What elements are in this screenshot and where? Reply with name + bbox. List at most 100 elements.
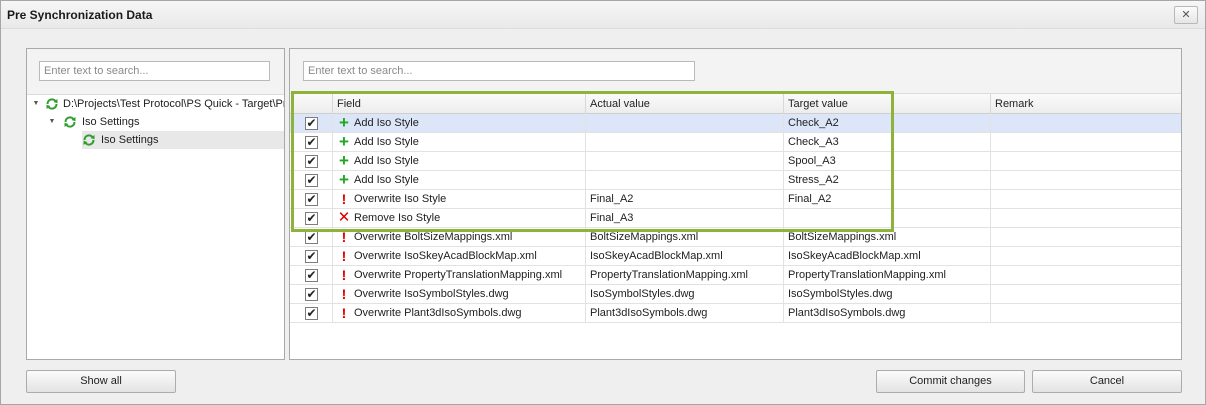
row-checkbox[interactable]: ✔ xyxy=(305,155,318,168)
field-label: Add Iso Style xyxy=(354,174,419,186)
cell-remark[interactable] xyxy=(991,209,1181,228)
collapse-arrow-icon[interactable]: ▼ xyxy=(31,95,41,113)
row-checkbox[interactable]: ✔ xyxy=(305,174,318,187)
cell-remark[interactable] xyxy=(991,304,1181,323)
cell-target[interactable]: IsoSkeyAcadBlockMap.xml xyxy=(784,247,991,266)
cell-actual[interactable] xyxy=(586,152,784,171)
cell-actual[interactable]: Plant3dIsoSymbols.dwg xyxy=(586,304,784,323)
cell-target[interactable]: BoltSizeMappings.xml xyxy=(784,228,991,247)
add-icon: + xyxy=(339,171,349,189)
grid-header: Field Actual value Target value Remark xyxy=(290,94,1181,114)
field-label: Add Iso Style xyxy=(354,117,419,129)
cell-target[interactable]: Stress_A2 xyxy=(784,171,991,190)
row-checkbox[interactable]: ✔ xyxy=(305,288,318,301)
cell-target[interactable]: Check_A2 xyxy=(784,114,991,133)
row-checkbox[interactable]: ✔ xyxy=(305,307,318,320)
grid-search-input[interactable] xyxy=(303,61,695,81)
tree-node-iso-settings-selected[interactable]: Iso Settings xyxy=(82,131,284,149)
cell-actual[interactable] xyxy=(586,133,784,152)
field-label: Add Iso Style xyxy=(354,155,419,167)
table-row[interactable]: ✔! Overwrite IsoSymbolStyles.dwg IsoSymbol… xyxy=(290,285,1181,304)
cell-target[interactable]: Plant3dIsoSymbols.dwg xyxy=(784,304,991,323)
row-checkbox[interactable]: ✔ xyxy=(305,193,318,206)
header-target-value[interactable]: Target value xyxy=(784,94,991,114)
cell-field[interactable]: + Add Iso Style xyxy=(333,152,586,171)
table-row[interactable]: ✔ + Add Iso Style Check_A3 xyxy=(290,133,1181,152)
changes-pane: Field Actual value Target value Remark ✔… xyxy=(289,48,1182,360)
header-field[interactable]: Field xyxy=(333,94,586,114)
collapse-arrow-icon[interactable]: ▼ xyxy=(47,113,57,131)
table-row[interactable]: ✔! Overwrite BoltSizeMappings.xml BoltSize… xyxy=(290,228,1181,247)
field-label: Overwrite Plant3dIsoSymbols.dwg xyxy=(354,307,522,319)
cell-target[interactable]: Final_A2 xyxy=(784,190,991,209)
tree-search-input[interactable] xyxy=(39,61,270,81)
cell-actual[interactable]: IsoSymbolStyles.dwg xyxy=(586,285,784,304)
cell-actual[interactable]: Final_A3 xyxy=(586,209,784,228)
cell-field[interactable]: + Add Iso Style xyxy=(333,114,586,133)
cell-actual[interactable]: Final_A2 xyxy=(586,190,784,209)
table-row[interactable]: ✔! Overwrite Iso Style Final_A2 Final_A2 xyxy=(290,190,1181,209)
cell-actual[interactable]: PropertyTranslationMapping.xml xyxy=(586,266,784,285)
cell-remark[interactable] xyxy=(991,190,1181,209)
pre-sync-dialog: Pre Synchronization Data ✕ ▼ D:\Projects… xyxy=(0,0,1206,405)
cell-remark[interactable] xyxy=(991,152,1181,171)
row-checkbox[interactable]: ✔ xyxy=(305,250,318,263)
row-checkbox[interactable]: ✔ xyxy=(305,269,318,282)
cell-target[interactable] xyxy=(784,209,991,228)
header-actual-value[interactable]: Actual value xyxy=(586,94,784,114)
table-row[interactable]: ✔ + Add Iso Style Check_A2 xyxy=(290,114,1181,133)
cell-remark[interactable] xyxy=(991,285,1181,304)
cell-actual[interactable]: BoltSizeMappings.xml xyxy=(586,228,784,247)
cancel-button[interactable]: Cancel xyxy=(1032,370,1182,393)
add-icon: + xyxy=(339,152,349,170)
cell-target[interactable]: Check_A3 xyxy=(784,133,991,152)
cell-remark[interactable] xyxy=(991,114,1181,133)
commit-changes-button[interactable]: Commit changes xyxy=(876,370,1025,393)
header-check[interactable] xyxy=(290,94,333,114)
table-row[interactable]: ✔! Overwrite IsoSkeyAcadBlockMap.xml IsoSk… xyxy=(290,247,1181,266)
cell-field[interactable]: ! Overwrite IsoSymbolStyles.dwg xyxy=(333,285,586,304)
field-label: Add Iso Style xyxy=(354,136,419,148)
cell-target[interactable]: PropertyTranslationMapping.xml xyxy=(784,266,991,285)
cell-remark[interactable] xyxy=(991,171,1181,190)
cell-remark[interactable] xyxy=(991,247,1181,266)
row-checkbox[interactable]: ✔ xyxy=(305,136,318,149)
table-row[interactable]: ✔ ! Overwrite PropertyTranslationMapping.x… xyxy=(290,266,1181,285)
cell-target[interactable]: IsoSymbolStyles.dwg xyxy=(784,285,991,304)
cell-actual[interactable]: IsoSkeyAcadBlockMap.xml xyxy=(586,247,784,266)
row-checkbox[interactable]: ✔ xyxy=(305,231,318,244)
tree-pane: ▼ D:\Projects\Test Protocol\PS Quick - T… xyxy=(26,48,285,360)
row-check-cell: ✔ xyxy=(290,266,333,285)
cell-field[interactable]: ! Overwrite IsoSkeyAcadBlockMap.xml xyxy=(333,247,586,266)
cell-field[interactable]: ! Overwrite Plant3dIsoSymbols.dwg xyxy=(333,304,586,323)
header-remark[interactable]: Remark xyxy=(991,94,1181,114)
cell-field[interactable]: ! Overwrite Iso Style xyxy=(333,190,586,209)
show-all-button[interactable]: Show all xyxy=(26,370,176,393)
cell-field[interactable]: + Add Iso Style xyxy=(333,133,586,152)
table-row[interactable]: ✔ + Add Iso Style Spool_A3 xyxy=(290,152,1181,171)
cell-remark[interactable] xyxy=(991,266,1181,285)
cell-field[interactable]: ✕ Remove Iso Style xyxy=(333,209,586,228)
cell-field[interactable]: ! Overwrite BoltSizeMappings.xml xyxy=(333,228,586,247)
tree-search-bar xyxy=(27,49,284,95)
cell-target[interactable]: Spool_A3 xyxy=(784,152,991,171)
tree-node-project[interactable]: ▼ D:\Projects\Test Protocol\PS Quick - T… xyxy=(27,95,284,113)
table-row[interactable]: ✔ ✕ Remove Iso Style Final_A3 xyxy=(290,209,1181,228)
row-checkbox[interactable]: ✔ xyxy=(305,212,318,225)
cell-actual[interactable] xyxy=(586,114,784,133)
table-row[interactable]: ✔! Overwrite Plant3dIsoSymbols.dwg Plant3d… xyxy=(290,304,1181,323)
table-row[interactable]: ✔ + Add Iso Style Stress_A2 xyxy=(290,171,1181,190)
row-checkbox[interactable]: ✔ xyxy=(305,117,318,130)
close-button[interactable]: ✕ xyxy=(1174,6,1198,24)
row-check-cell: ✔ xyxy=(290,190,333,209)
cell-field[interactable]: + Add Iso Style xyxy=(333,171,586,190)
overwrite-warning-icon: ! xyxy=(341,229,347,245)
window-title: Pre Synchronization Data xyxy=(7,8,153,22)
tree-node-label: D:\Projects\Test Protocol\PS Quick - Tar… xyxy=(63,98,284,110)
tree-node-iso-settings[interactable]: ▼ Iso Settings xyxy=(27,113,284,131)
cell-field[interactable]: ! Overwrite PropertyTranslationMapping.xm… xyxy=(333,266,586,285)
field-label: Overwrite BoltSizeMappings.xml xyxy=(354,231,513,243)
cell-actual[interactable] xyxy=(586,171,784,190)
cell-remark[interactable] xyxy=(991,228,1181,247)
cell-remark[interactable] xyxy=(991,133,1181,152)
